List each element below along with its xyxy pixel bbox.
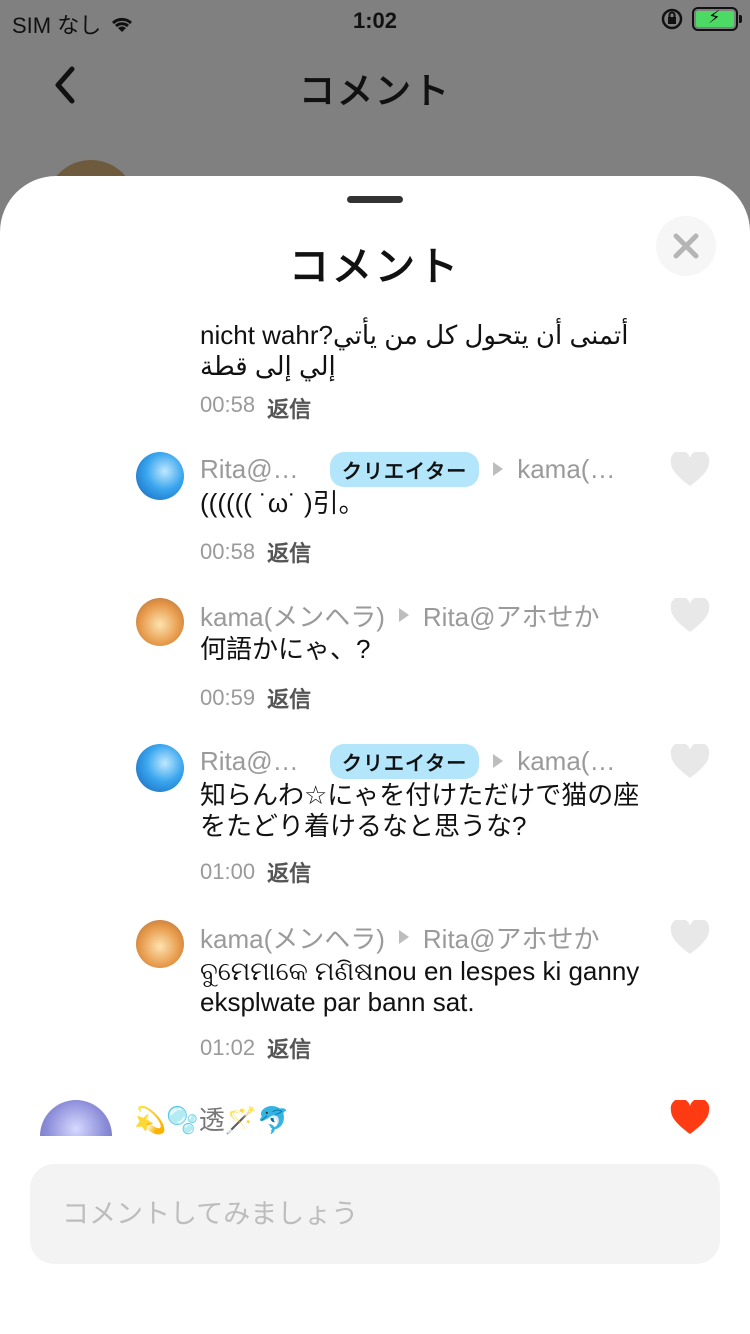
list-item: Rita@… クリエイター kama(… 知らんわ☆にゃを付けただけで猫の座をた… bbox=[136, 742, 726, 894]
list-item: 💫🫧透🪄🐬 bbox=[0, 1098, 750, 1136]
like-button[interactable] bbox=[670, 918, 710, 956]
username[interactable]: Rita@… bbox=[200, 746, 312, 777]
list-item: kama(メンヘラ) Rita@アホせか 何語かにゃ、? 00:59 返信 bbox=[136, 596, 726, 718]
comment-time: 00:59 bbox=[200, 685, 256, 710]
comment-time: 01:02 bbox=[200, 1035, 256, 1060]
sheet-drag-handle[interactable] bbox=[347, 196, 403, 203]
comment-header: Rita@… クリエイター kama(… bbox=[200, 451, 670, 487]
comment-time: 00:58 bbox=[200, 539, 256, 564]
list-item: kama(メンヘラ) Rita@アホせか ବୁମେମାକେ ମଣିଷnou en… bbox=[136, 918, 726, 1070]
reply-button[interactable]: 返信 bbox=[267, 1032, 311, 1064]
comment-text: nicht wahr?أتمنى أن يتحول كل من يأتي إلي… bbox=[200, 320, 629, 381]
avatar[interactable] bbox=[136, 744, 184, 792]
heart-icon bbox=[670, 450, 710, 486]
comment-meta: 01:02 返信 bbox=[200, 1032, 311, 1064]
reply-button[interactable]: 返信 bbox=[267, 856, 311, 888]
comment-header: kama(メンヘラ) Rita@アホせか bbox=[200, 920, 670, 954]
reply-arrow-icon bbox=[398, 930, 409, 944]
reply-button[interactable]: 返信 bbox=[267, 682, 311, 714]
comment-text: ବୁମେମାକେ ମଣିଷnou en lespes ki ganny eksp… bbox=[200, 956, 640, 1017]
status-time: 1:02 bbox=[352, 8, 398, 33]
list-item: Rita@… クリエイター kama(… (((((( ˙ω˙ )引。 00:5… bbox=[136, 450, 726, 572]
reply-arrow-icon bbox=[493, 754, 504, 768]
avatar[interactable] bbox=[136, 920, 184, 968]
reply-arrow-icon bbox=[493, 462, 504, 476]
reply-target-username[interactable]: Rita@アホせか bbox=[423, 919, 600, 956]
battery-icon: ⚡ bbox=[692, 7, 742, 31]
comments-sheet: コメント nicht wahr?أتمنى أن يتحول كل من يأت… bbox=[0, 176, 750, 1334]
comment-text: 知らんわ☆にゃを付けただけで猫の座をたどり着けるなと思うな? bbox=[200, 780, 640, 841]
close-button[interactable] bbox=[656, 216, 716, 276]
page-title: コメント bbox=[298, 70, 451, 111]
avatar[interactable] bbox=[136, 598, 184, 646]
heart-icon bbox=[670, 1098, 710, 1134]
comment-meta: 00:58 返信 bbox=[200, 536, 311, 568]
comment-text: 何語かにゃ、? bbox=[200, 634, 371, 664]
username[interactable]: 💫🫧透🪄🐬 bbox=[134, 1100, 290, 1136]
reply-button[interactable]: 返信 bbox=[267, 536, 311, 568]
heart-icon bbox=[670, 918, 710, 954]
reply-arrow-icon bbox=[398, 608, 409, 622]
orientation-lock-icon bbox=[661, 8, 683, 30]
username[interactable]: kama(メンヘラ) bbox=[200, 597, 385, 634]
heart-icon bbox=[670, 596, 710, 632]
like-button[interactable] bbox=[670, 742, 710, 780]
comment-time: 01:00 bbox=[200, 859, 256, 884]
reply-target-username[interactable]: Rita@アホせか bbox=[423, 597, 600, 634]
avatar[interactable] bbox=[136, 452, 184, 500]
like-button[interactable] bbox=[670, 596, 710, 634]
username[interactable]: kama(メンヘラ) bbox=[200, 919, 385, 956]
reply-target-username[interactable]: kama(… bbox=[517, 454, 629, 485]
reply-button[interactable]: 返信 bbox=[267, 392, 311, 424]
sheet-title: コメント bbox=[289, 245, 461, 289]
comment-input[interactable] bbox=[30, 1164, 720, 1264]
heart-icon bbox=[670, 742, 710, 778]
status-bar: SIM なし 1:02 ⚡ bbox=[0, 0, 750, 42]
comment-text: (((((( ˙ω˙ )引。 bbox=[200, 488, 365, 518]
comment-meta: 01:00 返信 bbox=[200, 856, 311, 888]
like-button[interactable] bbox=[670, 450, 710, 488]
close-icon bbox=[673, 233, 699, 259]
reply-target-username[interactable]: kama(… bbox=[517, 746, 629, 777]
comment-time: 00:58 bbox=[200, 392, 256, 417]
like-button[interactable] bbox=[670, 1098, 710, 1136]
comment-header: kama(メンヘラ) Rita@アホせか bbox=[200, 598, 670, 632]
creator-badge: クリエイター bbox=[330, 743, 480, 779]
comment-list[interactable]: nicht wahr?أتمنى أن يتحول كل من يأتي إلي… bbox=[0, 306, 750, 1136]
username[interactable]: Rita@… bbox=[200, 454, 312, 485]
comment-input-container bbox=[30, 1164, 720, 1264]
comment-meta: 00:58 返信 bbox=[200, 392, 311, 424]
comment-meta: 00:59 返信 bbox=[200, 682, 311, 714]
comment-header: Rita@… クリエイター kama(… bbox=[200, 743, 670, 779]
avatar[interactable] bbox=[40, 1100, 112, 1136]
creator-badge: クリエイター bbox=[330, 451, 480, 487]
page-header: コメント bbox=[0, 42, 750, 126]
